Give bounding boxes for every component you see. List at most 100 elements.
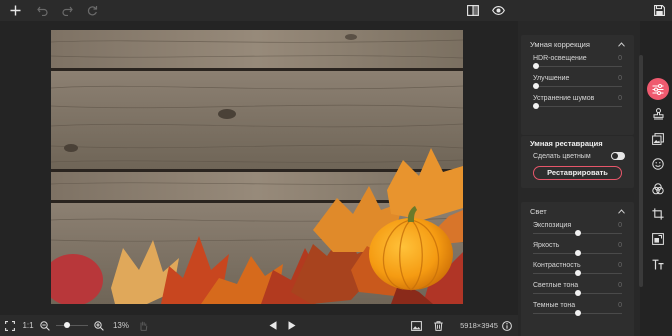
chevron-up-icon[interactable] [618,208,625,214]
slider[interactable] [533,62,622,72]
zoom-in-icon[interactable] [92,315,106,336]
image-dimensions: 5918×3945 [460,321,498,330]
zoom-out-icon[interactable] [38,315,52,336]
colorize-toggle[interactable] [611,152,625,160]
smart_correction-row: HDR-освещение 0 [521,55,634,72]
slider-label: Яркость [533,242,560,249]
slider-knob[interactable] [574,270,581,276]
smart-correction-section: Умная коррекция HDR-освещение 0 Улучшение 0… [521,35,634,135]
photo-preview [51,30,463,304]
prev-arrow-icon[interactable] [266,315,280,336]
slider-label-row: Светлые тона 0 [521,282,634,289]
autumn-leaves-image [51,30,463,304]
slider-value: 0 [618,55,622,62]
slider-label-row: Темные тона 0 [521,302,634,309]
colorize-label: Сделать цветным [533,152,591,160]
adjustments-icon[interactable] [647,78,669,100]
smart-correction-title: Умная коррекция [530,39,590,49]
bottom-toolbar: 1:1 13% 5918×3945 [0,315,518,336]
zoom-level: 13% [112,321,129,330]
zoom-slider[interactable] [56,321,88,331]
trash-icon[interactable] [431,315,445,336]
slider-label: Темные тона [533,302,576,309]
slider-label: Устранение шумов [533,95,595,102]
slider-value: 0 [618,262,622,269]
slider[interactable] [533,289,622,299]
slider-knob[interactable] [574,250,581,256]
light-title: Свет [530,206,547,216]
slider-label-row: HDR-освещение 0 [521,55,634,62]
smart-restoration-title: Умная реставрация [530,139,603,148]
slider[interactable] [533,82,622,92]
zoom-slider-knob[interactable] [64,321,71,328]
ratio-label[interactable]: 1:1 [18,315,38,336]
save-icon[interactable] [646,0,672,21]
restore-button[interactable]: Реставрировать [533,166,622,180]
smart_correction-row: Устранение шумов 0 [521,95,634,112]
slider-knob[interactable] [574,290,581,296]
smart-restoration-section: Умная реставрация Сделать цветным Рестав… [521,136,634,188]
crop-icon[interactable] [647,203,669,225]
eye-icon[interactable] [486,0,511,21]
layers-icon[interactable] [647,128,669,150]
resize-icon[interactable] [647,228,669,250]
top-toolbar [0,0,672,21]
slider-value: 0 [618,95,622,102]
light-section: Свет Экспозиция 0 Яркость 0 Контрастность 0 Св… [521,202,634,336]
slider[interactable] [533,102,622,112]
undo-icon[interactable] [30,0,55,21]
reset-icon[interactable] [80,0,105,21]
text-icon[interactable] [647,253,669,275]
slider-value: 0 [618,282,622,289]
plus-icon[interactable] [0,0,30,21]
slider-knob[interactable] [533,103,539,109]
hand-icon[interactable] [136,315,150,336]
slider-value: 0 [618,302,622,309]
face-icon[interactable] [647,153,669,175]
slider[interactable] [533,229,622,239]
image-canvas[interactable] [0,21,518,315]
light-row: Темные тона 0 [521,302,634,319]
slider-label: Улучшение [533,75,570,82]
slider-label-row: Контрастность 0 [521,262,634,269]
slider-label-row: Экспозиция 0 [521,222,634,229]
stamp-icon[interactable] [647,103,669,125]
slider-track[interactable] [533,86,622,87]
slider-knob[interactable] [574,310,581,316]
slider-value: 0 [618,242,622,249]
redo-icon[interactable] [55,0,80,21]
light-row: Контрастность 0 [521,262,634,279]
image-icon[interactable] [409,315,423,336]
tool-strip [643,21,672,336]
slider-label-row: Улучшение 0 [521,75,634,82]
slider-label-row: Яркость 0 [521,242,634,249]
info-icon[interactable] [500,315,514,336]
slider-knob[interactable] [533,63,539,69]
next-arrow-icon[interactable] [285,315,299,336]
slider[interactable] [533,269,622,279]
fit-screen-icon[interactable] [2,315,18,336]
slider[interactable] [533,309,622,319]
slider-label-row: Устранение шумов 0 [521,95,634,102]
slider-label: Контрастность [533,262,581,269]
slider-knob[interactable] [533,83,539,89]
slider-knob[interactable] [574,230,581,236]
slider-label: HDR-освещение [533,55,587,62]
compare-icon[interactable] [460,0,485,21]
light-row: Яркость 0 [521,242,634,259]
light-row: Экспозиция 0 [521,222,634,239]
chevron-up-icon[interactable] [618,41,625,47]
smart-correction-header[interactable]: Умная коррекция [521,35,634,53]
slider-track[interactable] [533,106,622,107]
light-header[interactable]: Свет [521,202,634,220]
smart_correction-row: Улучшение 0 [521,75,634,92]
slider-label: Светлые тона [533,282,579,289]
slider[interactable] [533,249,622,259]
slider-track[interactable] [533,66,622,67]
slider-value: 0 [618,222,622,229]
color-circles-icon[interactable] [647,178,669,200]
slider-value: 0 [618,75,622,82]
adjustments-panel: Умная коррекция HDR-освещение 0 Улучшение 0… [518,21,640,336]
editor-window: 1:1 13% 5918×3945 Умная коррекция HDR-ос… [0,0,672,336]
slider-label: Экспозиция [533,222,572,229]
